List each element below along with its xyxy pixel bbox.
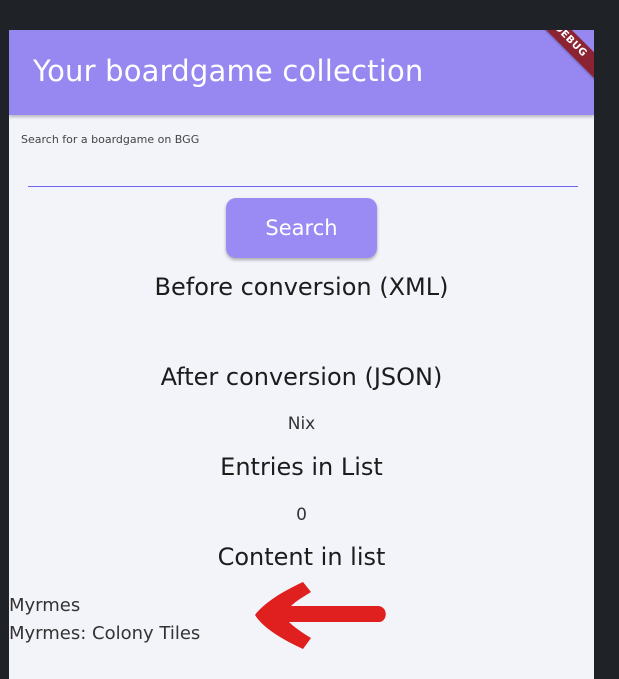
list-item: Myrmes bbox=[9, 595, 81, 616]
app-title: Your boardgame collection bbox=[33, 54, 424, 88]
content-heading: Content in list bbox=[217, 543, 386, 571]
entries-count: 0 bbox=[296, 505, 307, 525]
before-conversion-heading: Before conversion (XML) bbox=[154, 273, 449, 301]
after-conversion-value: Nix bbox=[287, 414, 316, 434]
red-arrow-annotation-icon bbox=[255, 582, 386, 649]
app-screen: Your boardgame collection DEBUG Search f… bbox=[9, 30, 594, 679]
entries-heading: Entries in List bbox=[220, 453, 383, 481]
search-button[interactable]: Search bbox=[226, 198, 377, 258]
content-list: Myrmes Myrmes: Colony Tiles bbox=[9, 592, 200, 648]
after-conversion-heading: After conversion (JSON) bbox=[160, 363, 443, 391]
app-bar: Your boardgame collection bbox=[9, 30, 594, 115]
list-item: Myrmes: Colony Tiles bbox=[9, 623, 201, 644]
search-field-label: Search for a boardgame on BGG bbox=[21, 133, 200, 146]
search-input[interactable] bbox=[28, 152, 578, 187]
